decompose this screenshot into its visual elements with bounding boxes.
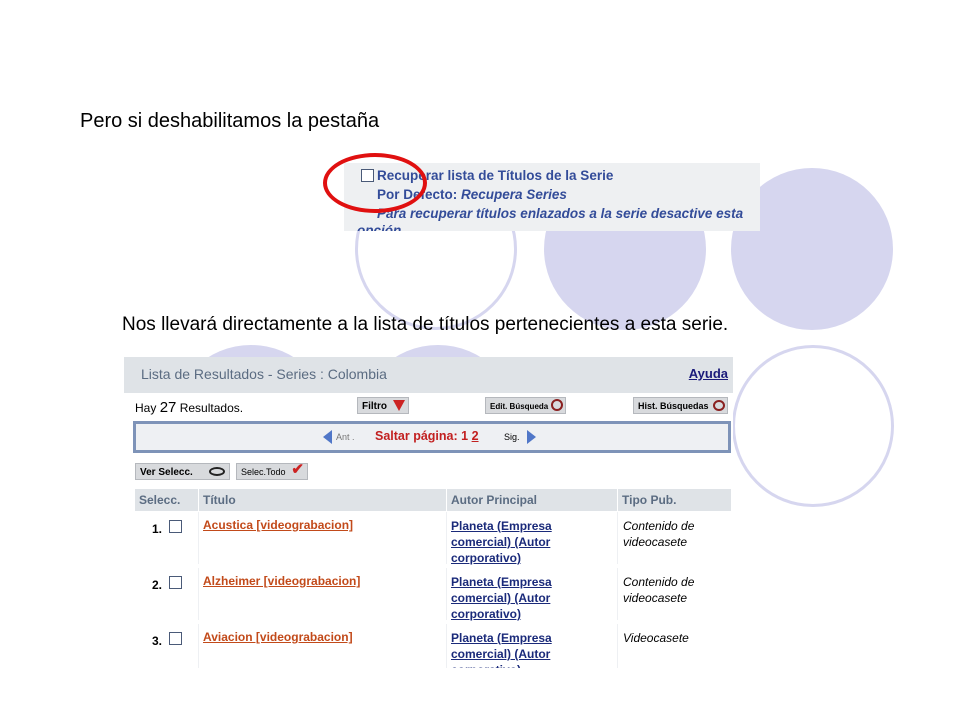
row-checkbox[interactable] [169, 576, 182, 589]
option-help-text-cont: opción [357, 223, 402, 231]
filter-label: Filtro [362, 401, 387, 412]
col-header-author[interactable]: Autor Principal [447, 489, 617, 511]
prev-arrow-icon[interactable] [323, 430, 332, 444]
jump-label: Saltar página: 1 [375, 429, 469, 443]
next-arrow-icon[interactable] [527, 430, 536, 444]
results-label: Resultados. [179, 401, 244, 415]
row-checkbox[interactable] [169, 520, 182, 533]
row-number: 1. [152, 522, 163, 536]
row-type: Contenido de videocasete [623, 575, 695, 605]
table-row: 3. Aviacion [videograbacion] Planeta (Em… [135, 624, 731, 668]
row-type: Contenido de videocasete [623, 519, 695, 549]
filter-button[interactable]: Filtro [357, 397, 409, 414]
edit-search-icon [551, 399, 563, 411]
prev-link[interactable]: Ant . [336, 432, 355, 442]
slide-heading-1: Pero si deshabilitamos la pestaña [80, 110, 380, 132]
col-header-type[interactable]: Tipo Pub. [618, 489, 731, 511]
results-header: Lista de Resultados - Series : Colombia … [124, 357, 733, 393]
select-all-button[interactable]: Selec.Todo ✔ [236, 461, 308, 480]
row-title-link[interactable]: Acustica [videograbacion] [203, 518, 353, 532]
view-selected-button[interactable]: Ver Selecc. [135, 463, 230, 480]
hay-label: Hay [135, 401, 157, 415]
row-number: 2. [152, 578, 163, 592]
row-title-link[interactable]: Aviacion [videograbacion] [203, 630, 353, 644]
highlight-ring [323, 153, 427, 213]
select-all-label: Selec.Todo [241, 467, 286, 477]
row-author-link[interactable]: Planeta (Empresa comercial) (Autor corpo… [451, 518, 611, 566]
history-button[interactable]: Hist. Búsquedas [633, 397, 728, 414]
row-checkbox[interactable] [169, 632, 182, 645]
help-link[interactable]: Ayuda [689, 366, 728, 381]
results-title: Lista de Resultados - Series : Colombia [141, 366, 387, 382]
default-value: Recupera Series [461, 187, 567, 202]
table-row: 2. Alzheimer [videograbacion] Planeta (E… [135, 568, 731, 622]
row-type: Videocasete [623, 631, 689, 645]
eye-icon [209, 467, 225, 476]
slide-heading-2: Nos llevará directamente a la lista de t… [122, 314, 729, 335]
col-header-select: Selecc. [135, 489, 198, 511]
pagination-bar: Ant . Saltar página: 1 2 Sig. [133, 421, 731, 453]
funnel-icon [393, 400, 405, 411]
history-label: Hist. Búsquedas [638, 401, 709, 411]
count-value: 27 [159, 399, 177, 416]
edit-search-label: Edit. Búsqueda [490, 402, 549, 411]
option-help-text: Para recuperar títulos enlazados a la se… [377, 206, 744, 221]
page-2-link[interactable]: 2 [472, 429, 479, 443]
view-selected-label: Ver Selecc. [140, 467, 193, 478]
row-author-link[interactable]: Planeta (Empresa comercial) (Autor corpo… [451, 630, 611, 668]
decorative-circle [732, 345, 894, 507]
history-icon [713, 400, 725, 411]
checkmark-icon: ✔ [291, 461, 304, 478]
row-author-link[interactable]: Planeta (Empresa comercial) (Autor corpo… [451, 574, 611, 622]
jump-to-page: Saltar página: 1 2 [375, 429, 479, 443]
col-header-title[interactable]: Título [199, 489, 446, 511]
row-number: 3. [152, 634, 163, 648]
row-title-link[interactable]: Alzheimer [videograbacion] [203, 574, 360, 588]
next-link[interactable]: Sig. [504, 432, 520, 442]
edit-search-button[interactable]: Edit. Búsqueda [485, 397, 566, 414]
table-row: 1. Acustica [videograbacion] Planeta (Em… [135, 512, 731, 566]
results-screenshot: Lista de Resultados - Series : Colombia … [124, 357, 733, 668]
results-count: Hay 27 Resultados. [135, 399, 243, 416]
